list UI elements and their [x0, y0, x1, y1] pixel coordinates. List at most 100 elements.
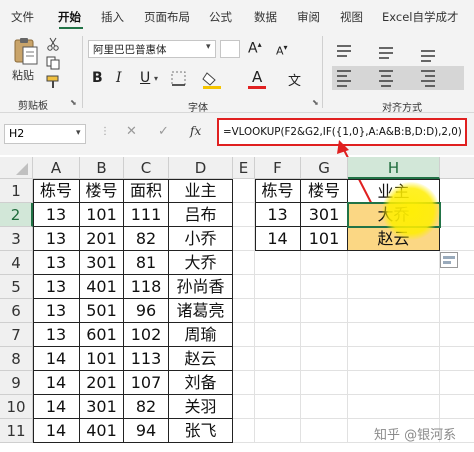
- table-cell[interactable]: 小乔: [169, 227, 233, 251]
- table-cell[interactable]: 大乔: [169, 251, 233, 275]
- table-cell[interactable]: 301: [80, 395, 124, 419]
- underline-button[interactable]: U: [140, 70, 150, 86]
- table-cell[interactable]: 301: [80, 251, 124, 275]
- column-header-b[interactable]: B: [80, 157, 124, 179]
- table-cell[interactable]: 107: [124, 371, 169, 395]
- table-cell[interactable]: 13: [33, 299, 80, 323]
- row-header-7[interactable]: 7: [0, 323, 33, 347]
- table-cell[interactable]: 401: [80, 419, 124, 443]
- tab-data[interactable]: 数据: [254, 9, 277, 25]
- enter-icon[interactable]: ✓: [158, 124, 169, 139]
- table-cell[interactable]: 301: [301, 203, 348, 227]
- format-painter-icon[interactable]: [46, 74, 60, 88]
- table-cell[interactable]: 118: [124, 275, 169, 299]
- column-header-d[interactable]: D: [169, 157, 233, 179]
- table-cell[interactable]: 501: [80, 299, 124, 323]
- table-cell[interactable]: 81: [124, 251, 169, 275]
- underline-dropdown-icon[interactable]: ▾: [154, 74, 158, 83]
- table-header-cell[interactable]: 楼号: [80, 179, 124, 203]
- quick-analysis-icon[interactable]: [440, 252, 458, 268]
- tab-excel-self-study[interactable]: Excel自学成才: [382, 9, 458, 25]
- table-cell[interactable]: 13: [33, 251, 80, 275]
- row-header-3[interactable]: 3: [0, 227, 33, 251]
- row-header-10[interactable]: 10: [0, 395, 33, 419]
- table-cell[interactable]: 401: [80, 275, 124, 299]
- phonetic-guide-icon[interactable]: 文: [288, 70, 301, 89]
- cancel-icon[interactable]: ✕: [126, 124, 137, 139]
- column-header-f[interactable]: F: [255, 157, 301, 179]
- column-header-c[interactable]: C: [124, 157, 169, 179]
- table-cell[interactable]: 刘备: [169, 371, 233, 395]
- font-name-box[interactable]: 阿里巴巴普惠体: [88, 40, 216, 58]
- vertical-align-buttons[interactable]: [334, 42, 464, 64]
- tab-file[interactable]: 文件: [11, 9, 34, 25]
- row-header-4[interactable]: 4: [0, 251, 33, 275]
- fill-color-icon[interactable]: [202, 70, 224, 90]
- tab-page-layout[interactable]: 页面布局: [144, 9, 190, 25]
- row-header-8[interactable]: 8: [0, 347, 33, 371]
- table-cell[interactable]: 101: [301, 227, 348, 251]
- row-header-2[interactable]: 2: [0, 203, 33, 227]
- cut-icon[interactable]: [46, 36, 60, 51]
- decrease-font-icon[interactable]: A▾: [276, 43, 288, 58]
- table-cell[interactable]: 13: [33, 203, 80, 227]
- row-header-9[interactable]: 9: [0, 371, 33, 395]
- table-cell[interactable]: 14: [33, 419, 80, 443]
- column-header-g[interactable]: G: [301, 157, 348, 179]
- column-header-a[interactable]: A: [33, 157, 80, 179]
- table-header-cell[interactable]: 栋号: [255, 179, 301, 203]
- table-cell[interactable]: 201: [80, 227, 124, 251]
- copy-icon[interactable]: [46, 55, 60, 70]
- table-cell[interactable]: 82: [124, 227, 169, 251]
- name-box[interactable]: H2: [4, 124, 86, 144]
- table-cell[interactable]: 赵云: [169, 347, 233, 371]
- font-size-box[interactable]: [220, 40, 240, 58]
- table-cell[interactable]: 13: [255, 203, 301, 227]
- horizontal-align-buttons[interactable]: [332, 66, 464, 90]
- bold-button[interactable]: B: [92, 70, 103, 86]
- table-header-cell[interactable]: 楼号: [301, 179, 348, 203]
- name-box-chevron-icon[interactable]: ▾: [76, 128, 81, 138]
- table-cell[interactable]: 14: [33, 371, 80, 395]
- table-header-cell[interactable]: 业主: [169, 179, 233, 203]
- table-cell[interactable]: 诸葛亮: [169, 299, 233, 323]
- tab-home[interactable]: 开始: [58, 9, 81, 25]
- row-header-1[interactable]: 1: [0, 179, 33, 203]
- table-cell[interactable]: 201: [80, 371, 124, 395]
- row-header-6[interactable]: 6: [0, 299, 33, 323]
- italic-button[interactable]: I: [116, 70, 122, 86]
- table-cell[interactable]: 82: [124, 395, 169, 419]
- paste-button-label[interactable]: 粘贴: [12, 67, 34, 83]
- table-cell[interactable]: 111: [124, 203, 169, 227]
- table-header-cell[interactable]: 面积: [124, 179, 169, 203]
- table-cell[interactable]: 101: [80, 347, 124, 371]
- table-cell[interactable]: 孙尚香: [169, 275, 233, 299]
- table-header-cell[interactable]: 栋号: [33, 179, 80, 203]
- table-cell[interactable]: 113: [124, 347, 169, 371]
- paste-icon[interactable]: [10, 36, 40, 66]
- table-cell[interactable]: 吕布: [169, 203, 233, 227]
- font-dropdown-chevron-icon[interactable]: ▾: [206, 42, 211, 52]
- table-cell[interactable]: 关羽: [169, 395, 233, 419]
- table-cell[interactable]: 14: [33, 347, 80, 371]
- table-cell[interactable]: 601: [80, 323, 124, 347]
- fx-icon[interactable]: fx: [190, 124, 201, 138]
- column-header-e[interactable]: E: [233, 157, 255, 179]
- table-cell[interactable]: 101: [80, 203, 124, 227]
- row-header-5[interactable]: 5: [0, 275, 33, 299]
- table-cell[interactable]: 13: [33, 275, 80, 299]
- column-header-i[interactable]: [440, 157, 474, 179]
- row-header-11[interactable]: 11: [0, 419, 33, 443]
- tab-view[interactable]: 视图: [340, 9, 363, 25]
- tab-insert[interactable]: 插入: [101, 9, 124, 25]
- select-all-corner[interactable]: [0, 157, 33, 179]
- increase-font-icon[interactable]: A▴: [248, 40, 262, 57]
- tab-formulas[interactable]: 公式: [209, 9, 232, 25]
- table-cell[interactable]: 96: [124, 299, 169, 323]
- table-cell[interactable]: 102: [124, 323, 169, 347]
- borders-icon[interactable]: [170, 70, 188, 88]
- clipboard-launcher-icon[interactable]: ⬊: [70, 98, 77, 107]
- font-color-icon[interactable]: A: [252, 68, 262, 86]
- font-launcher-icon[interactable]: ⬊: [312, 98, 319, 107]
- table-cell[interactable]: 13: [33, 227, 80, 251]
